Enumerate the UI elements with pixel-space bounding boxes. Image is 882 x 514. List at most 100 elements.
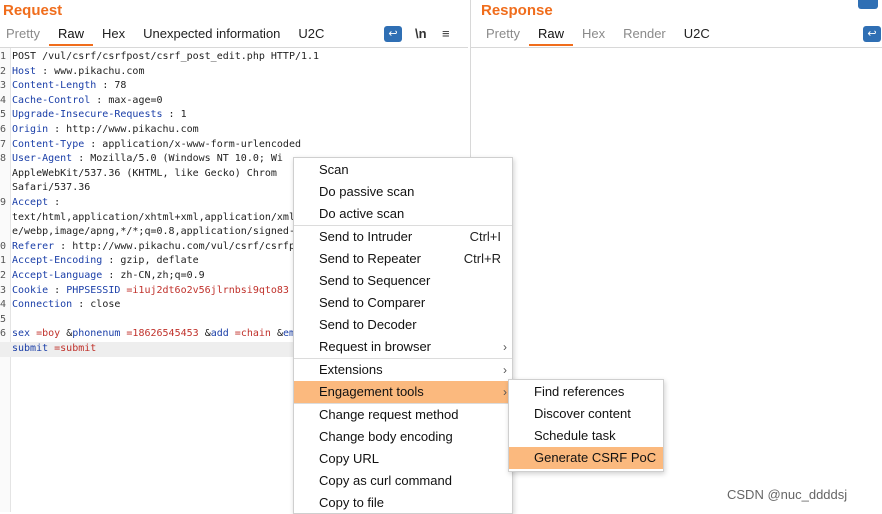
menu-item-find-references[interactable]: Find references [509,381,663,403]
line-number: 7 [0,138,7,150]
line-content: sex =boy &phonenum =18626545453 &add =ch… [12,327,313,342]
response-tabs: Pretty Raw Hex Render U2C [477,22,719,46]
layout-icon[interactable] [858,0,878,9]
code-line[interactable]: 1 POST /vul/csrf/csrfpost/csrf_post_edit.… [0,50,468,65]
menu-item-label: Engagement tools [319,384,424,399]
code-text: : application/x-www-form-urlencoded [84,138,301,150]
header-name: Host [12,65,37,77]
code-line[interactable]: 2 Host : www.pikachu.com [0,65,468,80]
line-content: Accept : [12,196,60,211]
code-line[interactable]: 4 Cache-Control : max-age=0 [0,94,468,109]
code-text: : http://www.pikachu.com/vul/csrf/csrfpo [54,240,301,252]
line-content: User-Agent : Mozilla/5.0 (Windows NT 10.… [12,152,283,167]
header-name: Accept [12,197,49,208]
code-line[interactable]: 7 Content-Type : application/x-www-form-u… [0,138,468,153]
menu-item-copy-as-curl-command[interactable]: Copy as curl command [294,470,512,492]
line-number: 0 [0,240,7,252]
menu-item-engagement-tools[interactable]: Engagement tools › [294,381,512,403]
menu-item-scan[interactable]: Scan [294,159,512,181]
menu-item-send-to-decoder[interactable]: Send to Decoder [294,314,512,336]
chevron-right-icon: › [503,385,507,399]
tab-divider [471,47,882,48]
code-text: : http://www.pikachu.com [48,124,199,135]
tab-render[interactable]: Render [614,22,675,46]
line-content: e/webp,image/apng,*/*;q=0.8,application/… [12,225,301,240]
header-name: Connection [12,299,73,311]
code-text: : max-age=0 [90,94,163,106]
chevron-right-icon: › [503,340,507,354]
line-content: Upgrade-Insecure-Requests : 1 [12,108,187,123]
line-number: 2 [0,270,7,281]
line-content: Cache-Control : max-age=0 [12,94,163,109]
menu-item-change-request-method[interactable]: Change request method [294,404,512,426]
line-content: text/html,application/xhtml+xml,applicat… [12,211,301,226]
menu-item-label: Find references [534,384,625,399]
wrap-lines-icon[interactable]: ↩ [863,26,881,42]
line-number: 5 [0,313,7,325]
menu-item-send-to-repeater[interactable]: Send to Repeater Ctrl+R [294,248,512,270]
menu-item-extensions[interactable]: Extensions › [294,359,512,381]
menu-item-copy-url[interactable]: Copy URL [294,448,512,470]
line-content: Content-Type : application/x-www-form-ur… [12,138,301,153]
param-value: =18626545453 [120,328,199,340]
tab-hex[interactable]: Hex [93,22,134,46]
menu-item-do-active-scan[interactable]: Do active scan [294,203,512,225]
menu-item-copy-to-file[interactable]: Copy to file [294,492,512,514]
menu-item-label: Discover content [534,406,631,421]
tab-hex[interactable]: Hex [573,22,614,46]
header-name: Cache-Control [12,94,91,106]
header-name: phonenum [72,328,121,340]
menu-item-shortcut: Ctrl+R [463,251,501,266]
header-name: Upgrade-Insecure-Requests [12,109,163,121]
code-line[interactable]: 3 Content-Length : 78 [0,79,468,94]
code-text: AppleWebKit/537.36 (KHTML, like Gecko) C… [12,167,277,179]
tab-u2c[interactable]: U2C [289,22,333,46]
menu-item-label: Copy as curl command [319,473,452,488]
code-line[interactable]: 5 Upgrade-Insecure-Requests : 1 [0,108,468,123]
header-name: Referer [12,240,55,252]
line-content: Origin : http://www.pikachu.com [12,123,199,138]
menu-item-discover-content[interactable]: Discover content [509,403,663,425]
line-content: submit =submit [12,342,96,357]
code-text: & [270,328,283,340]
menu-item-label: Change request method [319,407,459,422]
menu-item-label: Request in browser [319,339,431,354]
code-text: : 1 [162,109,187,121]
tab-pretty[interactable]: Pretty [0,22,49,46]
engagement-tools-submenu: Find references Discover content Schedule … [508,379,664,472]
menu-item-label: Change body encoding [319,429,453,444]
menu-icon[interactable]: ≡ [442,26,450,41]
menu-item-send-to-comparer[interactable]: Send to Comparer [294,292,512,314]
tab-u2c[interactable]: U2C [675,22,719,46]
menu-item-send-to-sequencer[interactable]: Send to Sequencer [294,270,512,292]
header-name: add [210,328,229,340]
menu-item-send-to-intruder[interactable]: Send to Intruder Ctrl+I [294,226,512,248]
header-name: Origin [12,124,49,135]
menu-item-change-body-encoding[interactable]: Change body encoding [294,426,512,448]
menu-item-schedule-task[interactable]: Schedule task [509,425,663,447]
context-menu: Scan Do passive scan Do active scan Send to… [293,157,513,514]
code-text: : gzip, deflate [102,255,199,267]
wrap-lines-icon[interactable]: ↩ [384,26,402,42]
menu-item-do-passive-scan[interactable]: Do passive scan [294,181,512,203]
tab-pretty[interactable]: Pretty [477,22,529,46]
chevron-right-icon: › [503,363,507,377]
tab-unexpected-information[interactable]: Unexpected information [134,22,289,46]
menu-item-generate-csrf-poc[interactable]: Generate CSRF PoC [509,447,663,469]
code-line[interactable]: 6 Origin : http://www.pikachu.com [0,123,468,138]
param-value: =boy [30,328,61,340]
tab-raw[interactable]: Raw [528,22,573,46]
code-text: : 78 [96,80,127,92]
menu-item-request-in-browser[interactable]: Request in browser › [294,336,512,358]
menu-item-label: Do active scan [319,206,405,221]
code-text: : Mozilla/5.0 (Windows NT 10.0; Wi [72,153,283,165]
line-content: Content-Length : 78 [12,79,126,94]
watermark: CSDN @nuc_ddddsj [727,487,848,502]
line-number: 3 [0,284,7,296]
menu-item-label: Send to Comparer [319,295,426,310]
line-content: Safari/537.36 [12,181,90,196]
tab-raw[interactable]: Raw [48,22,93,46]
line-number: 1 [0,255,7,267]
code-text: : www.pikachu.com [36,65,145,77]
show-newlines-button[interactable]: \n [415,26,427,41]
